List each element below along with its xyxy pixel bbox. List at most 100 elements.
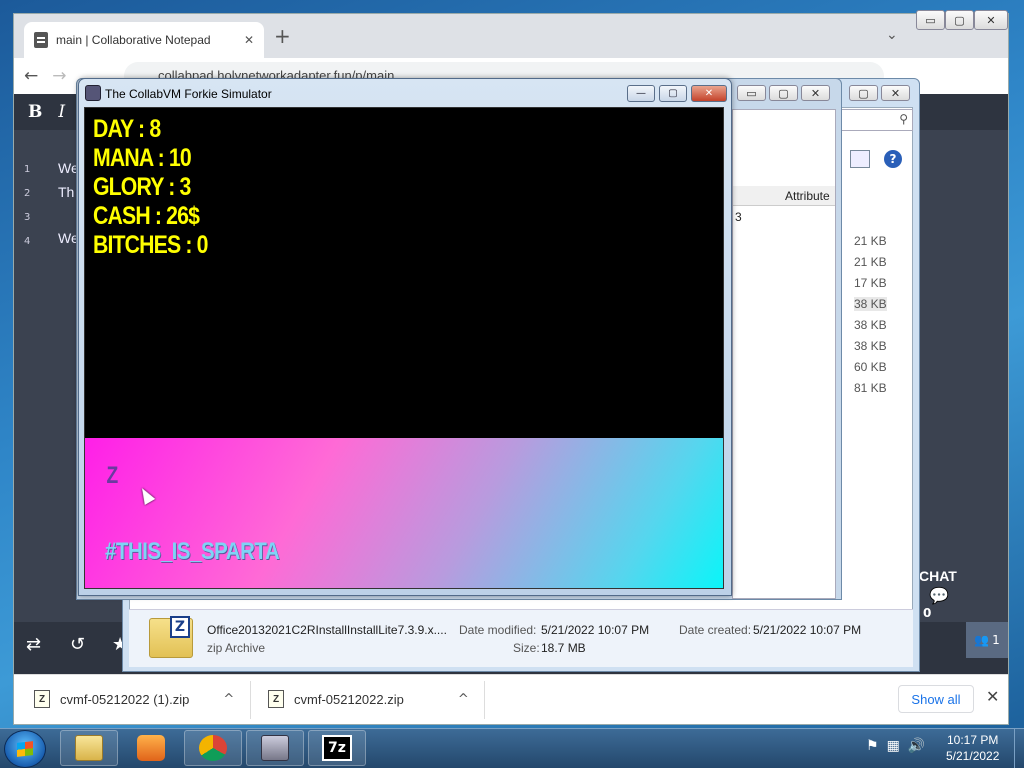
tab-close-icon[interactable]: ✕ bbox=[244, 34, 254, 46]
size-value: 18.7 MB bbox=[541, 641, 586, 655]
action-panel: Z #THIS_IS_SPARTA bbox=[85, 438, 723, 588]
back-icon[interactable]: ← bbox=[24, 67, 38, 85]
taskbar-simulator[interactable] bbox=[246, 730, 304, 766]
stats-panel: DAY : 8 MANA : 10 GLORY : 3 CASH : 26$ B… bbox=[85, 108, 723, 438]
users-icon: 👥 bbox=[974, 633, 990, 647]
size-label: Size: bbox=[513, 641, 540, 655]
stat-cash: CASH : 26$ bbox=[93, 202, 200, 230]
tab-title: main | Collaborative Notepad bbox=[56, 33, 211, 47]
show-desktop-button[interactable] bbox=[1014, 728, 1024, 768]
new-tab-button[interactable]: + bbox=[274, 26, 291, 46]
computer-icon bbox=[85, 85, 101, 101]
stat-day: DAY : 8 bbox=[93, 115, 161, 143]
close-shelf-icon[interactable]: ✕ bbox=[986, 689, 999, 705]
column-header-attributes[interactable]: Attribute bbox=[733, 186, 835, 206]
slogan-text: #THIS_IS_SPARTA bbox=[105, 538, 280, 565]
show-all-button[interactable]: Show all bbox=[898, 685, 974, 713]
chevron-up-icon[interactable]: ^ bbox=[458, 693, 469, 706]
browser-minimize-button[interactable]: ▭ bbox=[916, 10, 945, 30]
stat-bitches: BITCHES : 0 bbox=[93, 231, 208, 259]
chat-icon[interactable]: 💬 bbox=[929, 586, 949, 605]
system-tray: ⚑ ▦ 🔊 bbox=[866, 738, 925, 754]
tab-collaborative-notepad[interactable]: main | Collaborative Notepad ✕ bbox=[24, 22, 264, 58]
key-hint: Z bbox=[106, 462, 119, 489]
download-shelf: Z cvmf-05212022 (1).zip ^ Z cvmf-0521202… bbox=[14, 674, 1008, 724]
zip-file-icon: Z bbox=[268, 690, 284, 708]
network-icon[interactable]: ▦ bbox=[887, 738, 900, 754]
stat-glory: GLORY : 3 bbox=[93, 173, 191, 201]
archive-maximize-button[interactable]: ▢ bbox=[769, 85, 798, 101]
sim-close-button[interactable]: ✕ bbox=[691, 85, 727, 102]
tab-search-icon[interactable]: ⌄ bbox=[886, 28, 898, 42]
taskbar-chrome[interactable] bbox=[184, 730, 242, 766]
start-button[interactable] bbox=[4, 730, 46, 768]
line-number: 1 bbox=[24, 164, 31, 175]
notepad-icon bbox=[34, 32, 48, 48]
preview-pane-icon[interactable] bbox=[850, 150, 870, 168]
date-created: 5/21/2022 10:07 PM bbox=[753, 623, 862, 637]
file-size: 21 KB bbox=[854, 255, 887, 269]
sim-maximize-button[interactable]: ▢ bbox=[659, 85, 687, 102]
users-count: 1 bbox=[992, 633, 1000, 647]
download-name: cvmf-05212022 (1).zip bbox=[60, 691, 190, 707]
swap-icon[interactable]: ⇄ bbox=[26, 636, 41, 654]
divider bbox=[484, 681, 485, 719]
browser-maximize-button[interactable]: ▢ bbox=[945, 10, 974, 30]
computer-icon bbox=[261, 735, 289, 761]
italic-button[interactable]: I bbox=[58, 102, 65, 122]
action-center-icon[interactable]: ⚑ bbox=[866, 738, 879, 754]
date-created-label: Date created: bbox=[679, 623, 752, 637]
stat-mana: MANA : 10 bbox=[93, 144, 192, 172]
tab-strip: main | Collaborative Notepad ✕ + ⌄ bbox=[14, 14, 1008, 58]
chevron-up-icon[interactable]: ^ bbox=[223, 693, 234, 706]
file-type: zip Archive bbox=[207, 641, 266, 655]
history-icon[interactable]: ↺ bbox=[70, 636, 85, 654]
users-count-badge[interactable]: 👥 1 bbox=[966, 622, 1008, 658]
search-box[interactable]: ⚲ bbox=[839, 109, 913, 131]
date-modified: 5/21/2022 10:07 PM bbox=[541, 623, 650, 637]
search-icon: ⚲ bbox=[899, 112, 908, 126]
file-name: Office20132021C2RInstallInstallLite7.3.9… bbox=[207, 623, 447, 637]
taskbar-media-player[interactable] bbox=[122, 730, 180, 766]
taskbar-7zip[interactable]: 7z bbox=[308, 730, 366, 766]
explorer-close-button[interactable]: ✕ bbox=[881, 85, 910, 101]
download-item[interactable]: Z cvmf-05212022 (1).zip ^ bbox=[34, 685, 234, 713]
zip-folder-icon: Z bbox=[149, 616, 193, 658]
volume-icon[interactable]: 🔊 bbox=[908, 738, 925, 754]
date-modified-label: Date modified: bbox=[459, 623, 537, 637]
file-size: 21 KB bbox=[854, 234, 887, 248]
divider bbox=[250, 681, 251, 719]
clock[interactable]: 10:17 PM 5/21/2022 bbox=[946, 732, 999, 764]
help-icon[interactable]: ? bbox=[884, 150, 902, 168]
clock-date: 5/21/2022 bbox=[946, 749, 1000, 763]
archive-close-button[interactable]: ✕ bbox=[801, 85, 830, 101]
download-item[interactable]: Z cvmf-05212022.zip ^ bbox=[268, 685, 469, 713]
chat-count: 0 bbox=[923, 606, 932, 620]
line-number: 3 bbox=[24, 212, 31, 223]
chrome-icon bbox=[199, 735, 227, 761]
file-size: 38 KB bbox=[854, 339, 887, 353]
explorer-maximize-button[interactable]: ▢ bbox=[849, 85, 878, 101]
file-size: 60 KB bbox=[854, 360, 887, 374]
chat-label[interactable]: CHAT bbox=[919, 568, 957, 584]
file-size: 81 KB bbox=[854, 381, 887, 395]
sim-minimize-button[interactable]: — bbox=[627, 85, 655, 102]
bold-button[interactable]: B bbox=[28, 102, 42, 122]
browser-close-button[interactable]: ✕ bbox=[974, 10, 1008, 30]
line-text[interactable]: Th bbox=[58, 184, 74, 200]
folder-icon bbox=[75, 735, 103, 761]
row-fragment: 3 bbox=[735, 210, 742, 224]
archive-minimize-button[interactable]: ▭ bbox=[737, 85, 766, 101]
archive-list: Attribute 3 bbox=[732, 109, 836, 599]
download-name: cvmf-05212022.zip bbox=[294, 691, 404, 707]
forward-icon[interactable]: → bbox=[52, 67, 66, 85]
sevenzip-icon: 7z bbox=[322, 735, 352, 761]
game-screen[interactable]: DAY : 8 MANA : 10 GLORY : 3 CASH : 26$ B… bbox=[84, 107, 724, 589]
details-pane: Z Office20132021C2RInstallInstallLite7.3… bbox=[129, 609, 913, 667]
line-number: 2 bbox=[24, 188, 31, 199]
media-player-icon bbox=[137, 735, 165, 761]
clock-time: 10:17 PM bbox=[947, 733, 999, 747]
line-number: 4 bbox=[24, 236, 31, 247]
window-title: The CollabVM Forkie Simulator bbox=[105, 87, 272, 101]
taskbar-explorer[interactable] bbox=[60, 730, 118, 766]
